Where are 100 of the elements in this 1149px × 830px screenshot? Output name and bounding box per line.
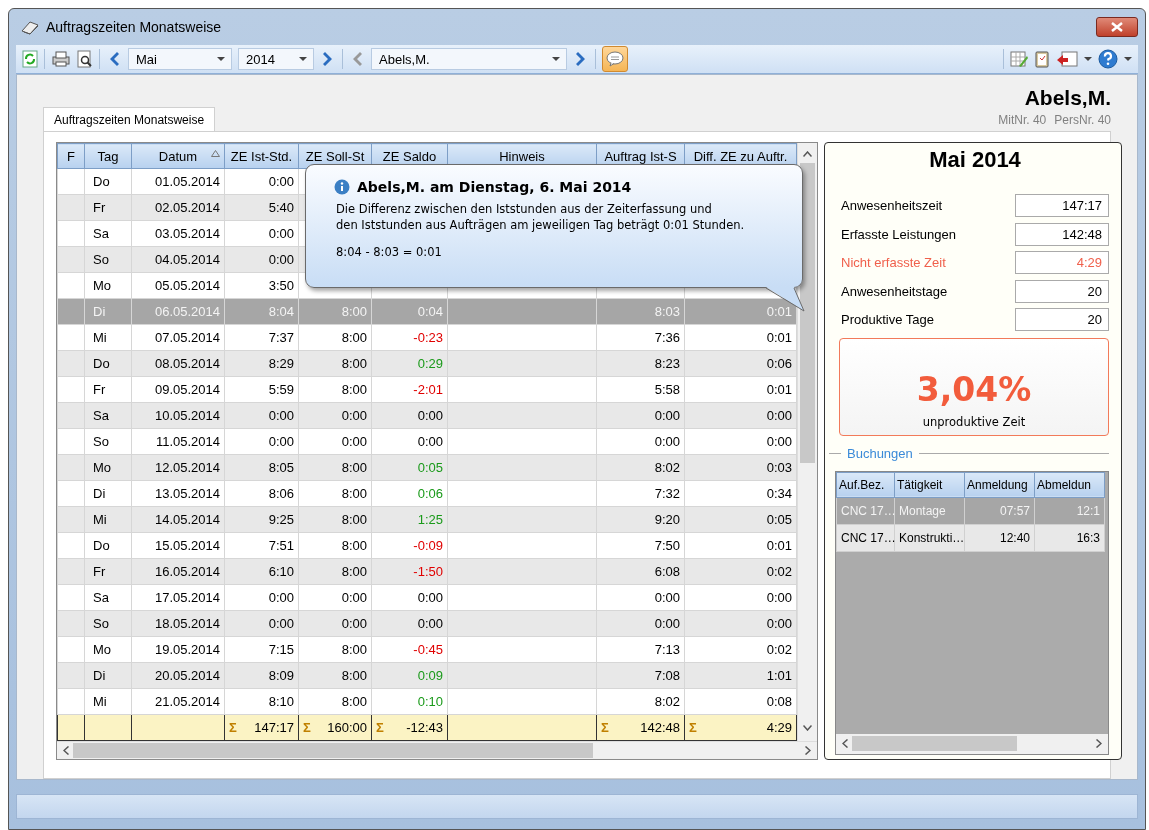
column-header[interactable]: Tätigkeit xyxy=(894,472,965,498)
hours-cell: 0:00 xyxy=(298,428,372,455)
hours-cell: 0:00 xyxy=(596,428,685,455)
table-row[interactable]: Sa 10.05.2014 0:00 0:00 0:00 0:00 0:00 xyxy=(57,402,797,429)
table-row[interactable]: Mo 12.05.2014 8:05 8:00 0:05 8:02 0:03 xyxy=(57,454,797,481)
scroll-right-icon[interactable] xyxy=(805,746,811,756)
month-dropdown[interactable]: Mai xyxy=(128,48,232,71)
order-cell: CNC 17… xyxy=(836,497,895,525)
horizontal-scrollbar[interactable] xyxy=(836,733,1108,754)
table-row[interactable]: Di 13.05.2014 8:06 8:00 0:06 7:32 0:34 xyxy=(57,480,797,507)
print-preview-icon[interactable] xyxy=(77,50,93,69)
scroll-right-icon[interactable] xyxy=(1096,739,1102,749)
column-header[interactable]: Auf.Bez. xyxy=(836,472,895,498)
table-row[interactable]: Do 15.05.2014 7:51 8:00 -0:09 7:50 0:01 xyxy=(57,532,797,559)
table-row[interactable]: Mo 19.05.2014 7:15 8:00 -0:45 7:13 0:02 xyxy=(57,636,797,663)
table-row[interactable]: Mi 21.05.2014 8:10 8:00 0:10 8:02 0:08 xyxy=(57,688,797,715)
close-icon xyxy=(1111,21,1123,32)
sum-symbol: Σ xyxy=(601,720,609,736)
employee-name: Abels,M. xyxy=(1024,86,1111,111)
close-button[interactable] xyxy=(1096,16,1138,37)
table-row[interactable]: Fr 16.05.2014 6:10 8:00 -1:50 6:08 0:02 xyxy=(57,558,797,585)
hours-cell: 0:00 xyxy=(596,402,685,429)
printer-icon[interactable] xyxy=(51,51,71,68)
table-row[interactable]: Di 20.05.2014 8:09 8:00 0:09 7:08 1:01 xyxy=(57,662,797,689)
hours-cell: 8:06 xyxy=(224,480,299,507)
hours-cell: 0:00 xyxy=(224,220,299,247)
day-cell: Mo xyxy=(84,272,132,299)
vertical-scrollbar[interactable] xyxy=(797,143,817,742)
hours-cell: 7:37 xyxy=(224,324,299,351)
comment-toggle[interactable] xyxy=(602,46,628,73)
column-header[interactable]: Datum xyxy=(131,143,225,169)
table-row[interactable]: CNC 17… Konstrukti… 12:40 16:3 xyxy=(836,524,1105,552)
table-row[interactable]: So 11.05.2014 0:00 0:00 0:00 0:00 0:00 xyxy=(57,428,797,455)
date-cell: 18.05.2014 xyxy=(131,610,225,637)
date-cell: 13.05.2014 xyxy=(131,480,225,507)
hours-cell: 8:29 xyxy=(224,350,299,377)
day-cell: Di xyxy=(84,480,132,507)
date-cell: 05.05.2014 xyxy=(131,272,225,299)
stat-label: Anwesenheitszeit xyxy=(841,198,943,214)
balance-cell: 0:09 xyxy=(371,662,448,689)
table-edit-icon[interactable] xyxy=(1010,50,1028,69)
hours-cell: 6:08 xyxy=(596,558,685,585)
help-icon[interactable] xyxy=(1098,49,1118,70)
hours-cell: 0:00 xyxy=(224,168,299,195)
hours-cell: 8:04 xyxy=(224,298,299,325)
day-cell: Mi xyxy=(84,688,132,715)
scroll-left-icon[interactable] xyxy=(63,746,69,756)
hours-cell: 0:00 xyxy=(298,584,372,611)
balance-cell: -0:09 xyxy=(371,532,448,559)
hours-cell: 8:00 xyxy=(298,636,372,663)
date-cell: 12.05.2014 xyxy=(131,454,225,481)
hours-cell: 8:10 xyxy=(224,688,299,715)
tooltip-text: Die Differenz zwischen den Iststunden aus der Zeiterfassung und xyxy=(336,201,713,218)
hours-cell: 5:59 xyxy=(224,376,299,403)
table-row[interactable]: Fr 09.05.2014 5:59 8:00 -2:01 5:58 0:01 xyxy=(57,376,797,403)
column-header[interactable]: Abmeldun xyxy=(1034,472,1105,498)
balance-cell: -0:23 xyxy=(371,324,448,351)
day-cell: Fr xyxy=(84,376,132,403)
difference-cell: 0:00 xyxy=(684,610,797,637)
tab[interactable]: Auftragszeiten Monatsweise xyxy=(43,107,216,132)
sort-ascending-icon[interactable] xyxy=(211,150,220,158)
balance-cell: 0:10 xyxy=(371,688,448,715)
clipboard-icon[interactable] xyxy=(1034,50,1050,69)
hours-cell: 0:00 xyxy=(224,428,299,455)
total-value: 142:48 xyxy=(640,720,680,736)
horizontal-scrollbar[interactable] xyxy=(57,741,817,760)
balance-cell: -2:01 xyxy=(371,376,448,403)
stat-value: 4:29 xyxy=(1015,251,1109,275)
scroll-down-icon[interactable] xyxy=(803,725,812,732)
hours-cell: 7:51 xyxy=(224,532,299,559)
date-cell: 15.05.2014 xyxy=(131,532,225,559)
column-header[interactable]: ZE Ist-Std. xyxy=(224,143,299,169)
column-header[interactable]: Tag xyxy=(84,143,132,169)
time-cell: 07:57 xyxy=(964,497,1035,525)
table-row[interactable]: Mi 14.05.2014 9:25 8:00 1:25 9:20 0:05 xyxy=(57,506,797,533)
year-dropdown[interactable]: 2014 xyxy=(238,48,314,71)
balance-cell: -0:45 xyxy=(371,636,448,663)
column-header[interactable]: F xyxy=(57,143,85,169)
difference-cell: 0:03 xyxy=(684,454,797,481)
employee-dropdown[interactable]: Abels,M. xyxy=(371,48,567,71)
day-cell: Mo xyxy=(84,636,132,663)
refresh-icon[interactable] xyxy=(22,50,38,69)
hours-cell: 8:23 xyxy=(596,350,685,377)
date-cell: 03.05.2014 xyxy=(131,220,225,247)
balance-cell: 0:06 xyxy=(371,480,448,507)
balance-cell: 0:29 xyxy=(371,350,448,377)
scroll-left-icon[interactable] xyxy=(842,739,848,749)
hours-cell: 8:00 xyxy=(298,688,372,715)
table-row[interactable]: Sa 17.05.2014 0:00 0:00 0:00 0:00 0:00 xyxy=(57,584,797,611)
table-row[interactable]: Do 08.05.2014 8:29 8:00 0:29 8:23 0:06 xyxy=(57,350,797,377)
scroll-up-icon[interactable] xyxy=(803,151,812,158)
column-header[interactable]: Anmeldung xyxy=(964,472,1035,498)
hours-cell: 8:00 xyxy=(298,350,372,377)
table-row[interactable]: Mi 07.05.2014 7:37 8:00 -0:23 7:36 0:01 xyxy=(57,324,797,351)
table-row[interactable]: So 18.05.2014 0:00 0:00 0:00 0:00 0:00 xyxy=(57,610,797,637)
activity-cell: Montage xyxy=(894,497,965,525)
difference-cell: 0:34 xyxy=(684,480,797,507)
day-cell: Do xyxy=(84,168,132,195)
exit-icon[interactable] xyxy=(1056,50,1078,69)
info-icon xyxy=(334,179,350,196)
